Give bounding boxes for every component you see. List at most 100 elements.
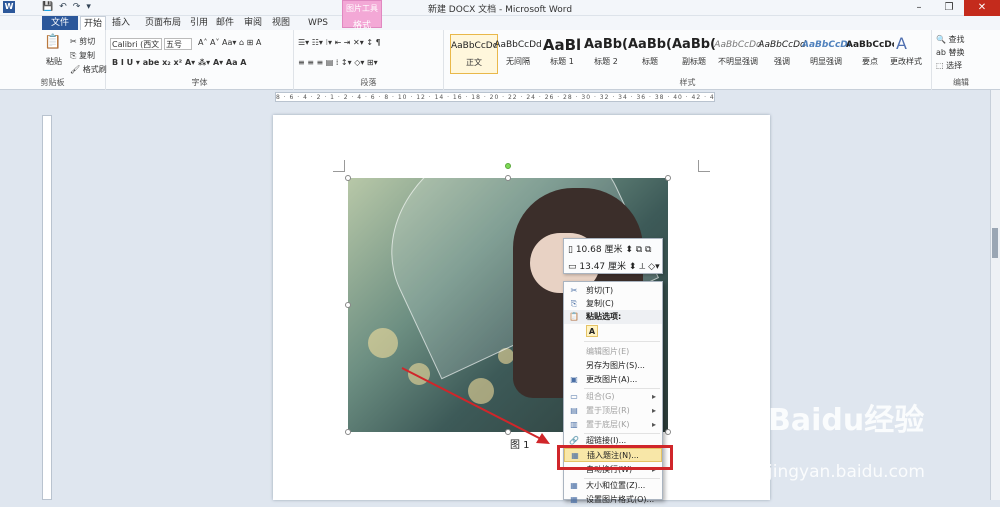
styles-group-label: 样式 (679, 78, 696, 87)
bokeh-light (468, 378, 494, 404)
change-picture-icon: ▣ (570, 375, 578, 384)
tab-wps-pdf[interactable]: WPS PDF (298, 16, 338, 42)
font-group-label: 字体 (191, 78, 208, 87)
close-icon[interactable]: ✕ (964, 0, 1000, 16)
style-heading-2[interactable]: AaBb(标题 2 (582, 34, 630, 74)
vertical-scrollbar[interactable] (990, 90, 1000, 500)
style-subtle-emphasis[interactable]: AaBbCcDd 不明显强调 (714, 34, 762, 74)
tab-file[interactable]: 文件 (42, 16, 78, 30)
ribbon: 📋 粘贴 ✂ 剪切 ⎘ 复制 🖌 格式刷 剪贴板 Calibri (西文 五号 … (0, 30, 1000, 90)
menu-item-copy[interactable]: ⎘ 复制(C) (564, 297, 662, 311)
resize-handle[interactable] (665, 429, 671, 435)
styles-group: AaBbCcDd 正文 AaBbCcDd 无间隔 AaBl 标题 1 AaBb(标题 … (444, 30, 932, 90)
copy-button[interactable]: ⎘ 复制 (70, 50, 95, 61)
style-emphasis[interactable]: AaBbCcDd 强调 (758, 34, 806, 74)
paste-button[interactable]: 粘贴 (46, 56, 62, 67)
resize-handle[interactable] (505, 175, 511, 181)
highlight-box (557, 445, 673, 470)
tab-review[interactable]: 审阅 (240, 16, 266, 30)
resize-handle[interactable] (345, 175, 351, 181)
bokeh-light (408, 363, 430, 385)
change-styles-button[interactable]: 更改样式 (890, 56, 922, 67)
menu-item-group: ▭ 组合(G) ▸ (570, 392, 656, 401)
resize-handle[interactable] (505, 429, 511, 435)
menu-separator (584, 388, 660, 389)
find-button[interactable]: 🔍 查找 (936, 34, 965, 45)
cut-button[interactable]: ✂ 剪切 (70, 36, 95, 47)
resize-handle[interactable] (345, 429, 351, 435)
menu-item-save-as-picture[interactable]: 另存为图片(S)... (564, 359, 662, 373)
window-controls: – ❐ ✕ (904, 0, 1000, 16)
grow-shrink-font-icons[interactable]: A˄ A˅ Aa▾ ⌂ ⊞ A (198, 38, 261, 47)
baidu-watermark-logo: Baidu经验 (768, 403, 925, 438)
tab-page-layout[interactable]: 页面布局 (138, 16, 188, 30)
editing-group-label: 编辑 (953, 78, 969, 87)
clipboard-group-label: 剪贴板 (40, 78, 65, 87)
resize-handle[interactable] (345, 302, 351, 308)
font-name-select[interactable]: Calibri (西文 (110, 38, 162, 50)
list-indent-icons[interactable]: ☰▾ ☷▾ ⁝▾ ⇤ ⇥ ✕▾ ↕ ¶ (298, 38, 381, 47)
rotate-handle[interactable] (505, 163, 511, 169)
scissors-icon: ✂ (570, 286, 578, 295)
font-group: Calibri (西文 五号 A˄ A˅ Aa▾ ⌂ ⊞ A B I U ▾ a… (106, 30, 294, 90)
bokeh-light (368, 328, 398, 358)
group-icon: ▭ (570, 392, 578, 401)
select-button[interactable]: ⬚ 选择 (936, 60, 962, 71)
style-intense-emphasis[interactable]: AaBbCcDc 明显强调 (802, 34, 850, 74)
horizontal-ruler[interactable]: 8 · 6 · 4 · 2 · 1 · 2 · 4 · 6 · 8 · 10 ·… (275, 92, 715, 102)
picture-mini-toolbar: ▯ 10.68 厘米 ⬍ ⧉ ⧉ ▭ 13.47 厘米 ⬍ ⟂ ◇▾ (563, 238, 663, 274)
height-field[interactable]: ▯ 10.68 厘米 ⬍ ⧉ ⧉ (568, 242, 651, 255)
style-normal[interactable]: AaBbCcDd 正文 (450, 34, 498, 74)
paragraph-group: ☰▾ ☷▾ ⁝▾ ⇤ ⇥ ✕▾ ↕ ¶ ≡ ≡ ≡ ▤ ⁞ ↕▾ ◇▾ ⊞▾ 段… (294, 30, 444, 90)
minimize-icon[interactable]: – (904, 0, 934, 16)
tab-home[interactable]: 开始 (80, 16, 106, 30)
menu-item-format-picture[interactable]: ▦ 设置图片格式(O)... (564, 493, 662, 507)
tab-mailings[interactable]: 邮件 (212, 16, 238, 30)
style-heading-1[interactable]: AaBl 标题 1 (538, 34, 586, 74)
paste-keep-text-only-button[interactable]: A (586, 325, 598, 337)
format-painter-button[interactable]: 🖌 格式刷 (70, 64, 107, 75)
resize-handle[interactable] (665, 175, 671, 181)
scrollbar-thumb[interactable] (992, 228, 998, 258)
context-tab-group-label: 图片工具 (346, 4, 378, 13)
margin-mark (333, 160, 345, 172)
paragraph-group-label: 段落 (360, 78, 377, 87)
alignment-icons[interactable]: ≡ ≡ ≡ ▤ ⁞ ↕▾ ◇▾ ⊞▾ (298, 58, 378, 67)
baidu-watermark-url: jingyan.baidu.com (768, 462, 925, 482)
menu-item-paste-options: 📋 粘贴选项: (564, 310, 662, 324)
figure-caption: 图 1 (510, 440, 530, 451)
style-strong[interactable]: AaBbCcDc 要点 (846, 34, 894, 74)
window-title: 新建 DOCX 文档 - Microsoft Word (427, 5, 573, 15)
style-no-spacing[interactable]: AaBbCcDd 无间隔 (494, 34, 542, 74)
picture-tools-context-tab[interactable]: 图片工具 格式 (342, 0, 382, 31)
style-subtitle[interactable]: AaBb(副标题 (670, 34, 718, 74)
style-title[interactable]: AaBb(标题 (626, 34, 674, 74)
tab-view[interactable]: 视图 (268, 16, 294, 30)
format-picture-icon: ▦ (570, 495, 578, 504)
menu-item-edit-picture: 编辑图片(E) (586, 347, 630, 356)
menu-item-cut[interactable]: ✂ 剪切(T) (564, 284, 662, 298)
tab-insert[interactable]: 插入 (108, 16, 134, 30)
menu-item-bring-to-front: ▤ 置于顶层(R) ▸ (570, 406, 656, 415)
font-format-icons[interactable]: B I U ▾ abe x₂ x² A▾ ⁂▾ A▾ Aa A (112, 58, 247, 67)
send-back-icon: ▥ (570, 420, 578, 429)
tab-references[interactable]: 引用 (186, 16, 212, 30)
vertical-ruler (42, 115, 52, 500)
restore-icon[interactable]: ❐ (934, 0, 964, 16)
menu-item-change-picture[interactable]: ▣ 更改图片(A)... (564, 373, 662, 387)
change-styles-icon[interactable]: A (896, 34, 907, 53)
replace-button[interactable]: ab 替换 (936, 47, 965, 58)
menu-item-send-to-back: ▥ 置于底层(K) ▸ (570, 420, 656, 429)
width-field[interactable]: ▭ 13.47 厘米 ⬍ ⟂ ◇▾ (568, 259, 660, 272)
clipboard-group: 📋 粘贴 ✂ 剪切 ⎘ 复制 🖌 格式刷 剪贴板 (0, 30, 107, 90)
paste-icon[interactable]: 📋 (44, 34, 61, 50)
editing-group: 🔍 查找 ab 替换 ⬚ 选择 编辑 (932, 30, 990, 90)
menu-separator (584, 341, 660, 342)
font-size-select[interactable]: 五号 (164, 38, 192, 50)
size-position-icon: ▦ (570, 481, 578, 490)
bring-front-icon: ▤ (570, 406, 578, 415)
clipboard-icon: 📋 (569, 312, 579, 321)
margin-mark (698, 160, 710, 172)
menu-item-size-position[interactable]: ▦ 大小和位置(Z)... (564, 479, 662, 493)
copy-icon: ⎘ (570, 299, 578, 308)
